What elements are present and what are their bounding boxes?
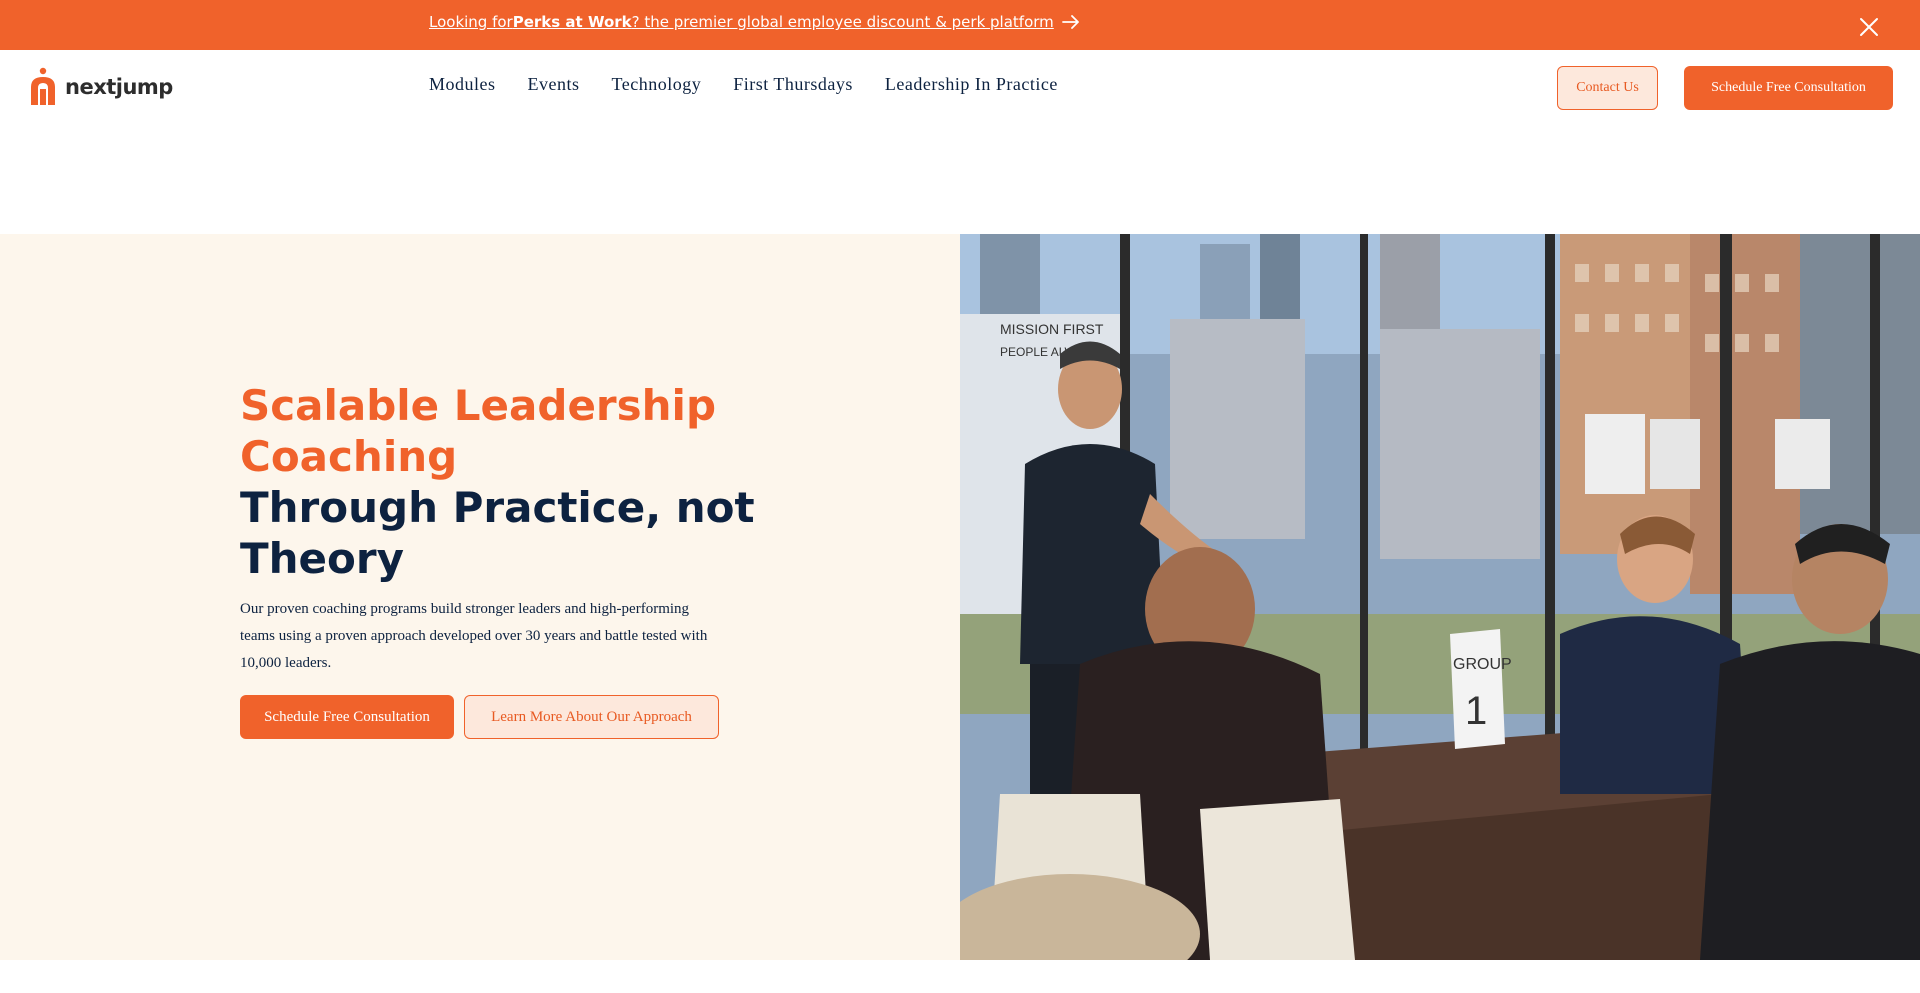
announcement-suffix: ? the premier global employee discount &…	[631, 13, 1054, 31]
arrow-right-icon	[1061, 15, 1079, 29]
headline-dark-line2: Theory	[240, 534, 404, 583]
nav-item-first-thursdays[interactable]: First Thursdays	[733, 74, 853, 95]
headline-accent-line2: Coaching	[240, 432, 458, 481]
schedule-consultation-hero-button[interactable]: Schedule Free Consultation	[240, 695, 454, 739]
perks-at-work-link[interactable]: Looking for Perks at Work ? the premier …	[429, 13, 1080, 31]
headline-accent-line1: Scalable Leadership	[240, 381, 717, 430]
schedule-consultation-header-button[interactable]: Schedule Free Consultation	[1684, 66, 1893, 110]
hero-photo: MISSION FIRST PEOPLE ALWAYS GROUP 1	[960, 234, 1920, 960]
table-card-label: GROUP	[1453, 656, 1512, 673]
learn-more-approach-button[interactable]: Learn More About Our Approach	[464, 695, 719, 739]
logo-text: nextjump	[65, 75, 173, 99]
whiteboard-text-1: MISSION FIRST	[1000, 321, 1104, 337]
logo-mark-icon	[31, 67, 55, 105]
nav-item-technology[interactable]: Technology	[612, 74, 702, 95]
nextjump-logo[interactable]: nextjump	[28, 67, 173, 107]
nav-item-events[interactable]: Events	[528, 74, 580, 95]
nav-item-modules[interactable]: Modules	[429, 74, 496, 95]
hero-headline: Scalable Leadership Coaching Through Pra…	[240, 380, 760, 584]
table-card-number: 1	[1465, 689, 1487, 733]
announcement-prefix: Looking for	[429, 13, 513, 31]
headline-dark-line1: Through Practice, not	[240, 483, 755, 532]
close-icon[interactable]	[1858, 16, 1880, 38]
nav-item-leadership-in-practice[interactable]: Leadership In Practice	[885, 74, 1058, 95]
coaching-session-photo: MISSION FIRST PEOPLE ALWAYS GROUP 1	[960, 234, 1920, 960]
hero-description: Our proven coaching programs build stron…	[240, 601, 708, 671]
contact-us-button[interactable]: Contact Us	[1557, 66, 1658, 110]
main-nav: Modules Events Technology First Thursday…	[429, 74, 1090, 95]
announcement-bar: Looking for Perks at Work ? the premier …	[0, 0, 1920, 50]
announcement-bold: Perks at Work	[512, 13, 632, 31]
